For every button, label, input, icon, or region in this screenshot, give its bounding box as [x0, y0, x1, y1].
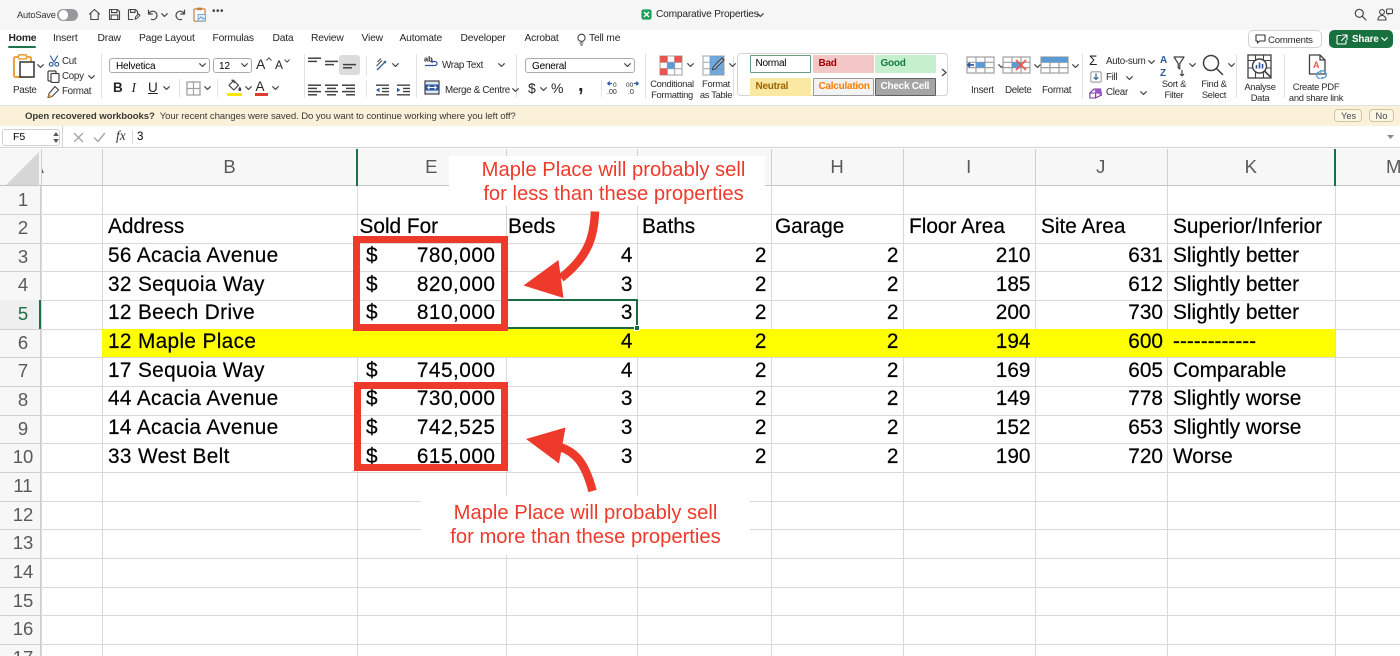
svg-text:Z: Z — [1160, 68, 1166, 78]
svg-text:.00: .00 — [607, 89, 617, 95]
svg-text:.0: .0 — [628, 89, 634, 95]
svg-text:0: 0 — [613, 82, 617, 89]
svg-text:A: A — [1160, 55, 1167, 66]
svg-text:00: 00 — [626, 82, 634, 89]
svg-text:A: A — [1313, 60, 1320, 70]
